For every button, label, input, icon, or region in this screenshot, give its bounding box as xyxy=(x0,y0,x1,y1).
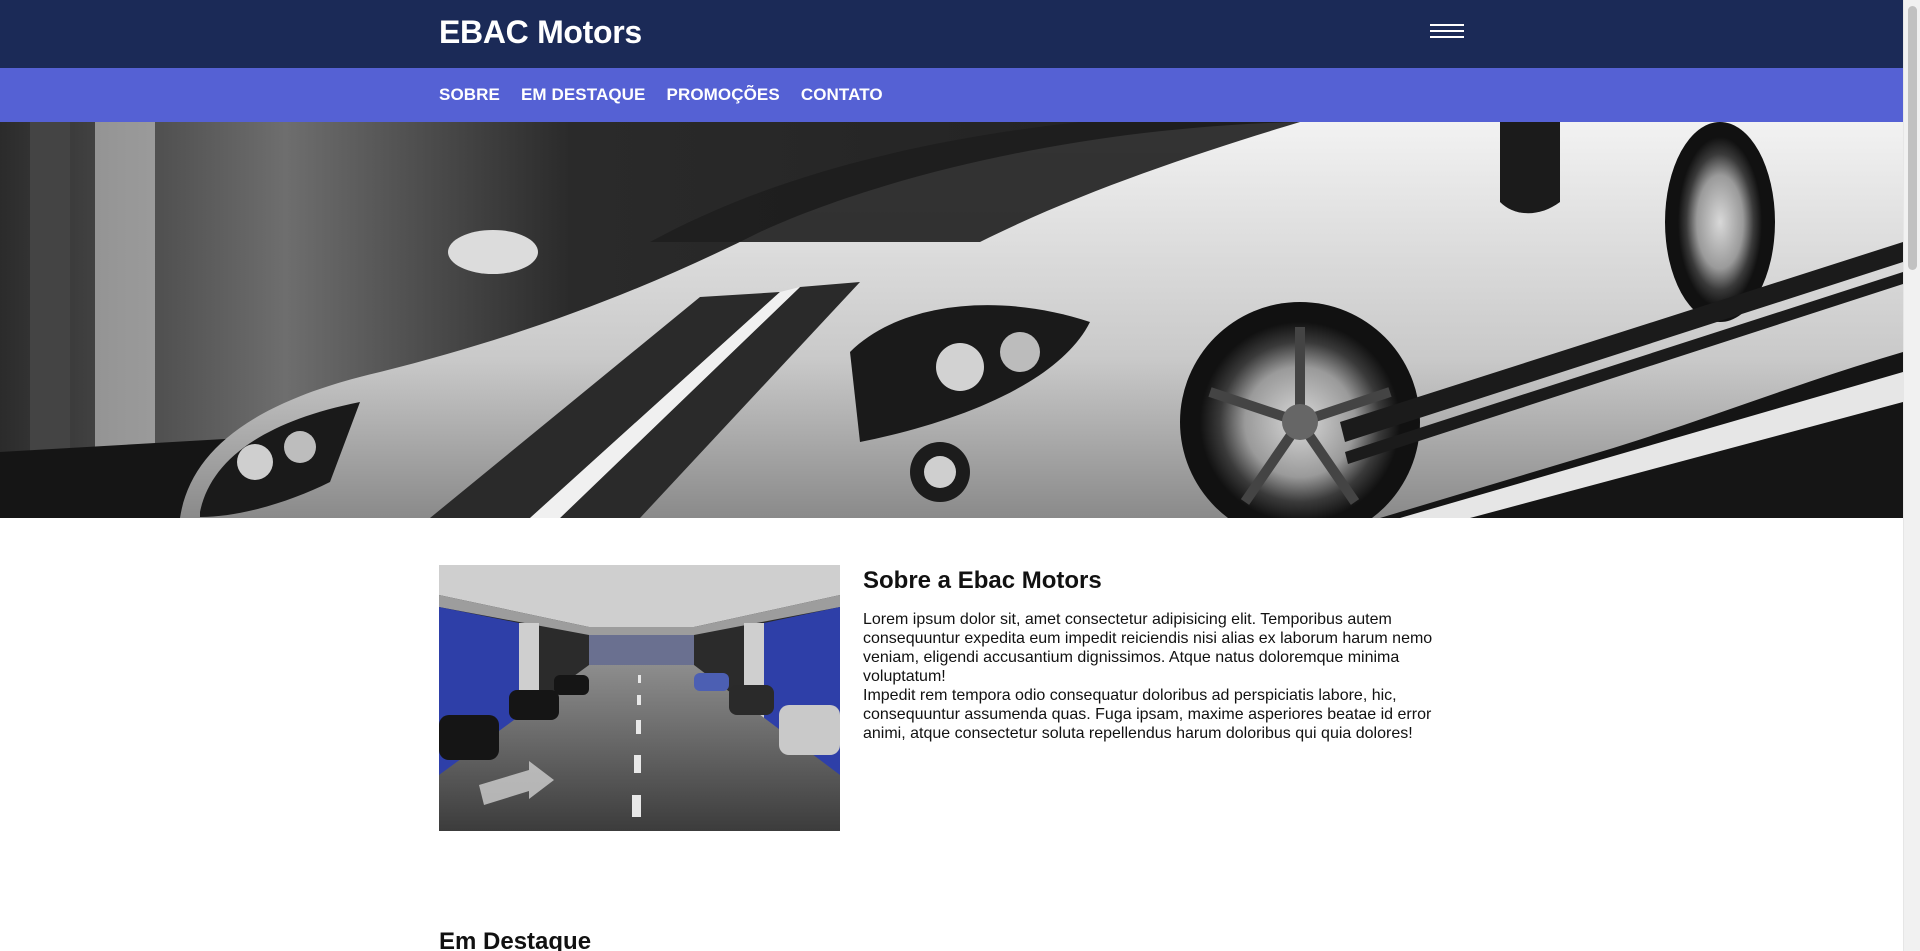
nav-link-contato[interactable]: CONTATO xyxy=(801,85,883,104)
scrollbar-thumb[interactable] xyxy=(1908,6,1917,270)
menu-line xyxy=(1430,24,1464,26)
nav-item-em-destaque: EM DESTAQUE xyxy=(521,85,646,105)
nav-link-sobre[interactable]: SOBRE xyxy=(439,85,500,104)
about-text-block: Sobre a Ebac Motors Lorem ipsum dolor si… xyxy=(863,567,1439,743)
hamburger-menu-icon[interactable] xyxy=(1430,24,1464,40)
featured-section-title: Em Destaque xyxy=(439,928,592,951)
menu-line xyxy=(1430,30,1464,32)
main-nav: SOBRE EM DESTAQUE PROMOÇÕES CONTATO xyxy=(0,68,1903,122)
hero-banner-image xyxy=(0,122,1903,518)
nav-link-promocoes[interactable]: PROMOÇÕES xyxy=(667,85,780,104)
nav-list: SOBRE EM DESTAQUE PROMOÇÕES CONTATO xyxy=(439,85,904,105)
site-header: EBAC Motors xyxy=(0,0,1903,68)
nav-item-contato: CONTATO xyxy=(801,85,883,105)
vertical-scrollbar[interactable] xyxy=(1903,0,1920,951)
about-paragraph-2: Impedit rem tempora odio consequatur dol… xyxy=(863,687,1432,742)
menu-line xyxy=(1430,36,1464,38)
nav-item-sobre: SOBRE xyxy=(439,85,500,105)
about-section: Sobre a Ebac Motors Lorem ipsum dolor si… xyxy=(439,565,1459,831)
nav-item-promocoes: PROMOÇÕES xyxy=(667,85,780,105)
parking-garage-illustration xyxy=(439,565,840,831)
page: EBAC Motors SOBRE EM DESTAQUE PROMOÇÕES … xyxy=(0,0,1903,951)
hero-car-illustration xyxy=(0,122,1903,518)
nav-link-em-destaque[interactable]: EM DESTAQUE xyxy=(521,85,646,104)
brand-logo[interactable]: EBAC Motors xyxy=(439,14,642,51)
about-title: Sobre a Ebac Motors xyxy=(863,567,1102,594)
about-paragraph-1: Lorem ipsum dolor sit, amet consectetur … xyxy=(863,611,1433,685)
parking-garage-image xyxy=(439,565,840,831)
